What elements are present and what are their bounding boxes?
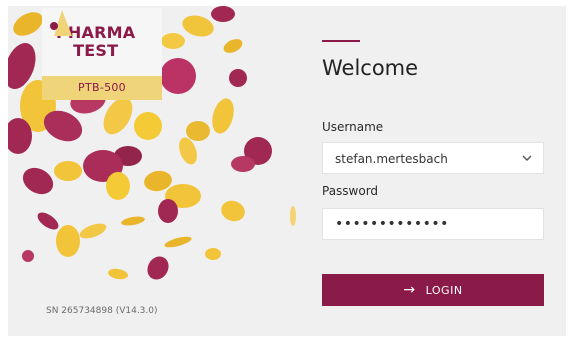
password-value: ••••••••••••• bbox=[335, 216, 449, 232]
username-select[interactable]: stefan.mertesbach bbox=[322, 142, 544, 174]
login-button[interactable]: → LOGIN bbox=[322, 274, 544, 306]
heading-accent-line bbox=[322, 40, 360, 42]
brand-logo: PHARMA TEST PTB-500 bbox=[42, 8, 162, 100]
password-field[interactable]: ••••••••••••• bbox=[322, 208, 544, 240]
model-label: PTB-500 bbox=[42, 76, 162, 100]
welcome-heading: Welcome bbox=[322, 56, 419, 80]
login-panel: Welcome Username stefan.mertesbach Passw… bbox=[322, 6, 562, 326]
login-screen: PHARMA TEST PTB-500 SN 265734898 (V14.3.… bbox=[8, 6, 566, 336]
password-label: Password bbox=[322, 184, 379, 198]
arrow-right-icon: → bbox=[403, 282, 416, 298]
brand-mark-icon bbox=[50, 10, 72, 36]
brand-line2: TEST bbox=[73, 41, 119, 60]
serial-number: SN 265734898 (V14.3.0) bbox=[46, 306, 158, 316]
username-label: Username bbox=[322, 120, 384, 134]
username-value: stefan.mertesbach bbox=[335, 152, 448, 166]
login-label: LOGIN bbox=[425, 283, 463, 297]
pills-illustration: PHARMA TEST PTB-500 SN 265734898 (V14.3.… bbox=[8, 6, 308, 326]
chevron-down-icon[interactable] bbox=[521, 152, 533, 164]
